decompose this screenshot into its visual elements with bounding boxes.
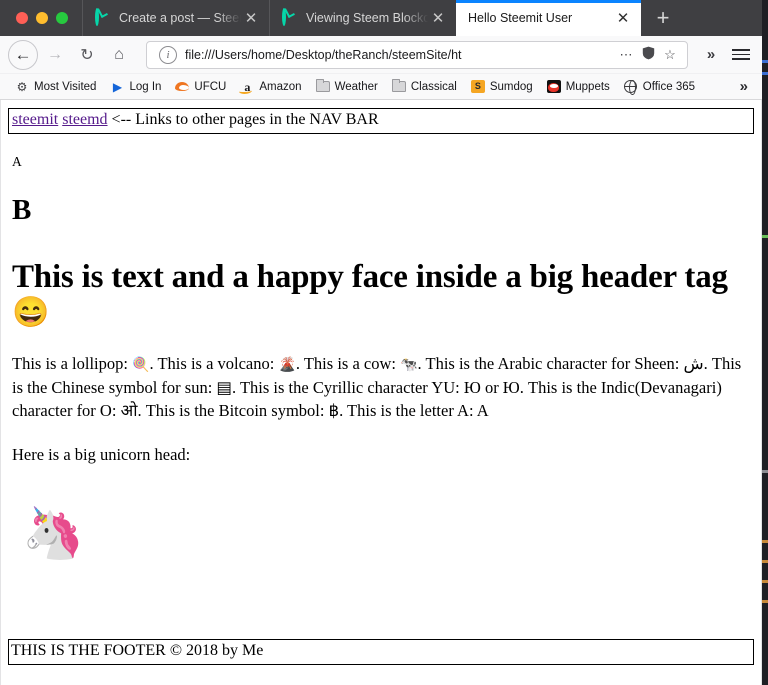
back-button[interactable]: ← bbox=[8, 39, 38, 70]
minimize-window-button[interactable] bbox=[36, 12, 48, 24]
bookmark-label: Amazon bbox=[259, 80, 302, 93]
bookmark-label: Office 365 bbox=[642, 80, 696, 93]
play-triangle-icon: ▶ bbox=[112, 79, 123, 94]
zoom-window-button[interactable] bbox=[56, 12, 68, 24]
grinning-face-emoji: 😄 bbox=[12, 295, 50, 329]
url-text: file:///Users/home/Desktop/theRanch/stee… bbox=[185, 47, 462, 62]
nav-note: <-- Links to other pages in the NAV BAR bbox=[111, 111, 379, 128]
page-content: steemit steemd <-- Links to other pages … bbox=[0, 100, 762, 685]
close-window-button[interactable] bbox=[16, 12, 28, 24]
tab-title: Create a post — Steemit bbox=[119, 11, 241, 25]
nav-link-steemd[interactable]: steemd bbox=[62, 111, 107, 128]
site-nav-bar: steemit steemd <-- Links to other pages … bbox=[8, 108, 754, 134]
para-text: . This is a cow: bbox=[295, 353, 401, 373]
heading-b: B bbox=[12, 194, 32, 226]
big-heading-text: This is text and a happy face inside a b… bbox=[12, 259, 728, 295]
sumdog-icon: S bbox=[470, 80, 485, 94]
folder-icon bbox=[315, 79, 330, 94]
bookmark-sumdog[interactable]: S Sumdog bbox=[464, 76, 540, 98]
bookmark-office-365[interactable]: Office 365 bbox=[617, 76, 702, 98]
bookmark-label: Most Visited bbox=[34, 80, 97, 93]
unicorn-emoji: 🦄 bbox=[22, 505, 85, 562]
folder-icon bbox=[391, 79, 406, 94]
bookmark-muppets[interactable]: Muppets bbox=[540, 76, 617, 98]
browser-window: Create a post — Steemit ✕ Viewing Steem … bbox=[0, 0, 762, 685]
elmo-icon bbox=[546, 80, 561, 94]
bookmark-star-icon[interactable]: ☆ bbox=[659, 47, 681, 63]
bookmark-label: UFCU bbox=[194, 80, 227, 93]
para-text: . This is the letter A: A bbox=[339, 401, 489, 421]
close-icon[interactable]: ✕ bbox=[613, 11, 633, 26]
steemit-logo-icon bbox=[282, 8, 298, 26]
bookmark-weather[interactable]: Weather bbox=[309, 76, 385, 98]
bookmark-most-visited[interactable]: ⚙ Most Visited bbox=[8, 76, 103, 98]
bitcoin-symbol: ฿ bbox=[328, 401, 340, 421]
heading-a: A bbox=[12, 154, 22, 169]
bookmark-label: Muppets bbox=[565, 80, 610, 93]
bookmarks-bar: ⚙ Most Visited ▶ Log In UFCU a Amazon We… bbox=[0, 74, 762, 100]
screen: Create a post — Steemit ✕ Viewing Steem … bbox=[0, 0, 768, 685]
gear-icon: ⚙ bbox=[16, 79, 28, 94]
close-icon[interactable]: ✕ bbox=[428, 11, 448, 26]
amazon-a-icon: a bbox=[239, 80, 254, 94]
globe-icon bbox=[623, 79, 638, 95]
para-text: This is a lollipop: bbox=[12, 353, 133, 373]
steemit-logo-icon bbox=[95, 8, 111, 26]
menu-icon[interactable] bbox=[728, 42, 754, 68]
para-text: . This is a volcano: bbox=[149, 353, 279, 373]
cow-emoji: 🐄 bbox=[400, 357, 418, 373]
bookmark-label: Sumdog bbox=[489, 80, 533, 93]
tab-title: Viewing Steem Blockchain bbox=[306, 11, 428, 25]
tab-hello-steemit-user[interactable]: Hello Steemit User ✕ bbox=[456, 0, 641, 36]
volcano-emoji: 🌋 bbox=[278, 357, 296, 373]
bookmark-label: Classical bbox=[410, 80, 457, 93]
shield-icon[interactable] bbox=[637, 46, 659, 63]
devanagari-o-character: ओ bbox=[120, 401, 138, 421]
lollipop-emoji: 🍭 bbox=[132, 357, 150, 373]
home-button[interactable]: ⌂ bbox=[104, 40, 134, 70]
para-text: . This is the Arabic character for Sheen… bbox=[417, 353, 684, 373]
tab-viewing-steem-blockchain[interactable]: Viewing Steem Blockchain ✕ bbox=[269, 0, 456, 36]
bookmarks-overflow-icon[interactable]: » bbox=[734, 78, 754, 95]
tab-strip: Create a post — Steemit ✕ Viewing Steem … bbox=[0, 0, 762, 36]
tab-create-a-post[interactable]: Create a post — Steemit ✕ bbox=[82, 0, 269, 36]
page-left-edge bbox=[0, 100, 1, 685]
page-right-edge bbox=[761, 100, 762, 685]
bookmark-log-in[interactable]: ▶ Log In bbox=[103, 76, 168, 98]
unicorn-caption: Here is a big unicorn head: bbox=[12, 444, 191, 464]
page-info-icon[interactable]: i bbox=[159, 45, 177, 64]
missing-glyph-box: ▤ bbox=[216, 377, 232, 397]
window-controls bbox=[0, 0, 82, 36]
arabic-sheen-character: ش bbox=[683, 353, 704, 373]
tab-title: Hello Steemit User bbox=[468, 11, 573, 25]
bookmark-classical[interactable]: Classical bbox=[385, 76, 464, 98]
bookmark-label: Log In bbox=[129, 80, 162, 93]
navigation-toolbar: ← → ↻ ⌂ i file:///Users/home/Desktop/the… bbox=[0, 36, 762, 74]
page-big-heading: This is text and a happy face inside a b… bbox=[12, 259, 754, 328]
site-footer: THIS IS THE FOOTER © 2018 by Me bbox=[8, 639, 754, 665]
close-icon[interactable]: ✕ bbox=[241, 11, 261, 26]
nav-link-steemit[interactable]: steemit bbox=[12, 111, 58, 128]
forward-button[interactable]: → bbox=[40, 40, 70, 70]
bookmark-label: Weather bbox=[334, 80, 378, 93]
bookmark-amazon[interactable]: a Amazon bbox=[233, 76, 308, 98]
reload-button[interactable]: ↻ bbox=[72, 40, 102, 70]
toolbar-overflow-icon[interactable]: » bbox=[696, 40, 726, 70]
unicode-demo-paragraph: This is a lollipop: 🍭. This is a volcano… bbox=[12, 352, 750, 423]
bookmark-ufcu[interactable]: UFCU bbox=[168, 76, 233, 98]
shield-glyph bbox=[642, 46, 654, 60]
new-tab-button[interactable]: + bbox=[641, 0, 685, 36]
page-actions-icon[interactable]: ⋯ bbox=[615, 47, 637, 63]
para-text: . This is the Bitcoin symbol: bbox=[137, 401, 329, 421]
address-bar[interactable]: i file:///Users/home/Desktop/theRanch/st… bbox=[146, 40, 688, 69]
ufcu-swoosh-icon bbox=[175, 80, 190, 94]
